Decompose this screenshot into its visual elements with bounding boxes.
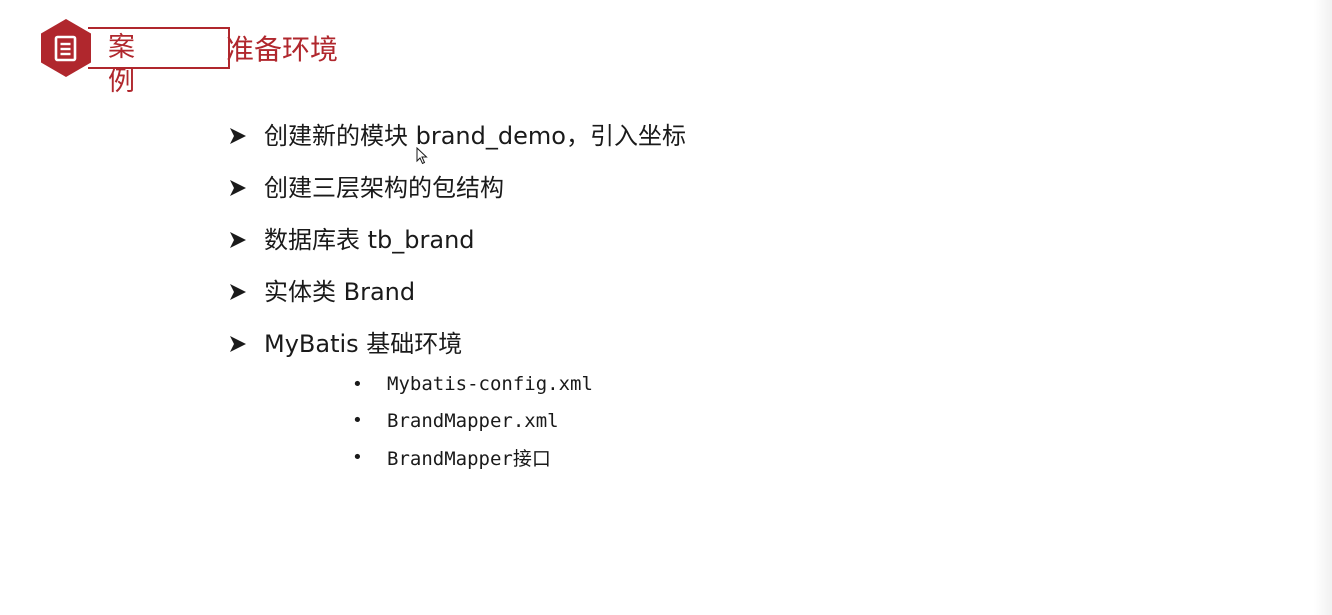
hexagon-badge bbox=[41, 19, 91, 77]
arrow-bullet-icon bbox=[230, 180, 246, 196]
bullet-text: 实体类 Brand bbox=[264, 278, 416, 306]
bullet-text: 创建新的模块 brand_demo，引入坐标 bbox=[264, 122, 686, 150]
sub-bullet-list: • Mybatis-config.xml • BrandMapper.xml •… bbox=[352, 366, 593, 476]
mouse-pointer-icon bbox=[416, 147, 428, 165]
bullet-text: 创建三层架构的包结构 bbox=[264, 174, 504, 202]
dot-bullet-icon: • bbox=[352, 373, 363, 395]
sub-bullet-item: • Mybatis-config.xml bbox=[352, 366, 593, 403]
sub-bullet-item: • BrandMapper.xml bbox=[352, 403, 593, 440]
dot-bullet-icon: • bbox=[352, 446, 363, 468]
bullet-item: 实体类 Brand bbox=[228, 266, 686, 318]
bullet-item: 数据库表 tb_brand bbox=[228, 214, 686, 266]
arrow-bullet-icon bbox=[230, 232, 246, 248]
bullet-item: MyBatis 基础环境 bbox=[228, 318, 686, 370]
bullet-text: MyBatis 基础环境 bbox=[264, 330, 463, 358]
bullet-text: 数据库表 tb_brand bbox=[264, 226, 475, 254]
bullet-item: 创建新的模块 brand_demo，引入坐标 bbox=[228, 110, 686, 162]
arrow-bullet-icon bbox=[230, 128, 246, 144]
dot-bullet-icon: • bbox=[352, 410, 363, 432]
tag-label: 案例 bbox=[108, 32, 136, 97]
sub-bullet-text: BrandMapper接口 bbox=[387, 447, 551, 470]
arrow-bullet-icon bbox=[230, 336, 246, 352]
sub-bullet-text: Mybatis-config.xml bbox=[387, 373, 593, 396]
bullet-item: 创建三层架构的包结构 bbox=[228, 162, 686, 214]
right-edge-shade bbox=[1314, 0, 1332, 615]
arrow-bullet-icon bbox=[230, 284, 246, 300]
sub-bullet-text: BrandMapper.xml bbox=[387, 409, 559, 432]
page-title: 准备环境 bbox=[226, 33, 339, 66]
sub-bullet-item: • BrandMapper接口 bbox=[352, 439, 593, 476]
bullet-list: 创建新的模块 brand_demo，引入坐标 创建三层架构的包结构 数据库表 t… bbox=[228, 110, 686, 370]
